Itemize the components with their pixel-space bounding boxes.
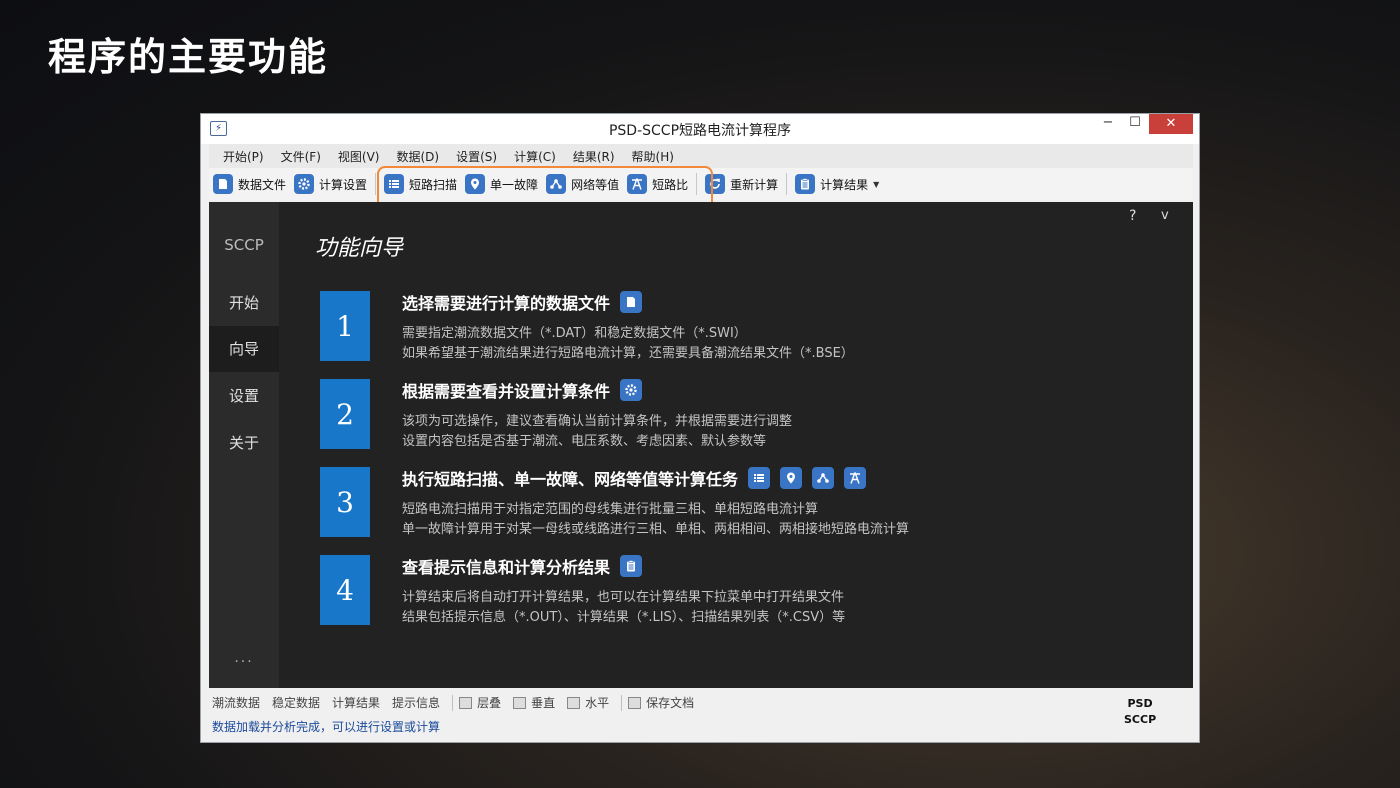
short-scan-label: 短路扫描 [409,177,458,192]
app-window: ⚡ PSD-SCCP短路电流计算程序 − ☐ ✕ 开始(P) 文件(F) 视图(… [200,113,1200,743]
calc-settings-button[interactable]: 计算设置 [294,174,367,194]
menu-calculate[interactable]: 计算(C) [514,148,556,165]
menu-view[interactable]: 视图(V) [338,148,380,165]
save-document-label: 保存文档 [646,696,695,710]
list-icon [384,174,405,194]
network-icon [546,174,567,194]
sidebar-app-name: SCCP [224,236,264,254]
short-scan-button[interactable]: 短路扫描 [384,174,457,194]
calc-settings-label: 计算设置 [319,177,368,192]
sidebar-item-start[interactable]: 开始 [209,280,279,326]
tab-flow-data[interactable]: 潮流数据 [212,694,260,711]
cascade-label: 层叠 [477,696,502,710]
tile-vertical-icon [513,696,527,709]
toolbar-divider [786,173,788,195]
short-ratio-label: 短路比 [652,177,689,192]
title-bar: ⚡ PSD-SCCP短路电流计算程序 − ☐ ✕ [201,114,1199,144]
recalc-label: 重新计算 [730,177,779,192]
menu-bar: 开始(P) 文件(F) 视图(V) 数据(D) 设置(S) 计算(C) 结果(R… [209,144,1193,168]
short-ratio-button[interactable]: 短路比 [627,174,688,194]
brand-line-2: SCCP [1124,713,1157,726]
clipboard-icon [795,174,816,194]
sidebar-more[interactable]: ... [209,650,279,666]
network-equiv-button[interactable]: 网络等值 [546,174,619,194]
tab-stability-data[interactable]: 稳定数据 [272,694,320,711]
brand-logo: PSD SCCP [1124,696,1156,728]
menu-settings[interactable]: 设置(S) [456,148,497,165]
main-content: SCCP 开始 向导 设置 关于 ... ? v 功能向导 [209,202,1193,688]
status-tabs: 潮流数据 稳定数据 计算结果 提示信息 层叠 垂直 水平 保存文档 [212,694,706,711]
save-icon [628,696,642,709]
calc-results-label: 计算结果 [820,177,869,192]
data-file-button[interactable]: 数据文件 [213,174,286,194]
tile-horizontal-icon [567,696,581,709]
network-equiv-label: 网络等值 [571,177,620,192]
status-message: 数据加载并分析完成，可以进行设置或计算 [212,720,441,734]
single-fault-button[interactable]: 单一故障 [465,174,538,194]
slide-title: 程序的主要功能 [48,35,329,79]
calc-results-dropdown[interactable]: 计算结果 ▼ [795,174,879,194]
gear-icon [294,174,315,194]
transmission-tower-icon [627,174,648,194]
single-fault-label: 单一故障 [490,177,539,192]
menu-results[interactable]: 结果(R) [573,148,615,165]
page-heading: 功能向导 [315,236,404,261]
sidebar-item-about[interactable]: 关于 [209,420,279,466]
help-button[interactable]: ? [1129,208,1136,224]
location-pin-icon [465,174,486,194]
chevron-down-icon: ▼ [873,179,880,189]
tile-vertical-label: 垂直 [531,696,556,710]
menu-file[interactable]: 文件(F) [281,148,321,165]
cascade-button[interactable]: 层叠 [459,694,501,711]
data-file-label: 数据文件 [238,177,287,192]
toolbar: 数据文件 计算设置 短路扫描 单一故障 网络等值 短路比 重新计算 计算结果 ▼ [209,168,1193,200]
tile-horizontal-button[interactable]: 水平 [567,694,609,711]
collapse-button[interactable]: v [1161,208,1169,223]
status-divider [621,694,623,711]
close-button[interactable]: ✕ [1149,114,1193,134]
brand-line-1: PSD [1127,697,1153,710]
toolbar-divider [696,173,698,195]
menu-help[interactable]: 帮助(H) [632,148,674,165]
status-bar: 潮流数据 稳定数据 计算结果 提示信息 层叠 垂直 水平 保存文档 数据加载并分… [208,688,1192,736]
menu-start[interactable]: 开始(P) [223,148,264,165]
tile-horizontal-label: 水平 [585,696,610,710]
recalc-button[interactable]: 重新计算 [705,174,778,194]
sidebar-item-guide[interactable]: 向导 [209,326,279,372]
menu-data[interactable]: 数据(D) [396,148,439,165]
refresh-icon [705,174,726,194]
window-title: PSD-SCCP短路电流计算程序 [608,123,792,139]
sidebar: SCCP 开始 向导 设置 关于 ... [209,202,279,688]
tile-vertical-button[interactable]: 垂直 [513,694,555,711]
toolbar-divider [375,173,377,195]
cascade-icon [459,696,473,709]
sidebar-item-settings[interactable]: 设置 [209,373,279,419]
save-document-button[interactable]: 保存文档 [628,694,694,711]
tab-messages[interactable]: 提示信息 [392,694,440,711]
document-icon [213,174,233,194]
maximize-button[interactable]: ☐ [1121,114,1149,134]
minimize-button[interactable]: − [1094,114,1122,134]
tab-calc-results[interactable]: 计算结果 [332,694,380,711]
status-divider [452,694,454,711]
